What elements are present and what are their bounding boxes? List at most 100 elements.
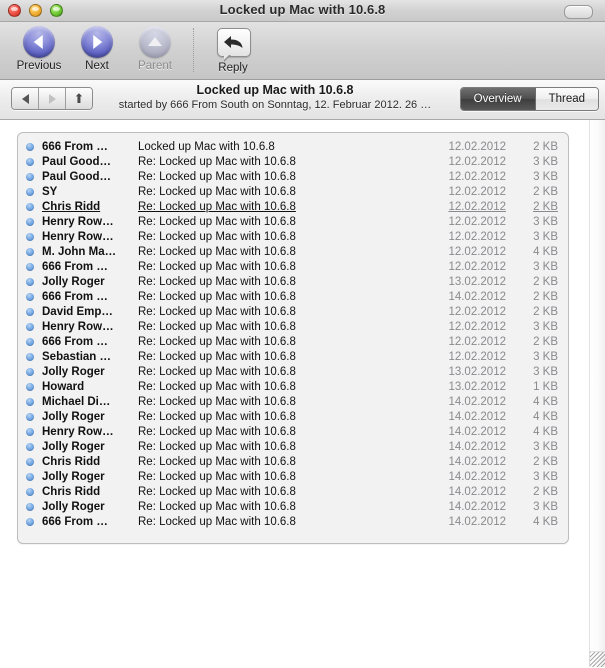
toolbar-toggle-button[interactable] bbox=[564, 5, 593, 19]
message-subject: Re: Locked up Mac with 10.6.8 bbox=[138, 516, 436, 528]
message-date: 12.02.2012 bbox=[436, 201, 520, 213]
message-date: 14.02.2012 bbox=[436, 471, 520, 483]
reply-arrow-glyph bbox=[223, 35, 245, 49]
message-sender: 666 From … bbox=[42, 336, 138, 348]
message-sender: Paul Good… bbox=[42, 156, 138, 168]
unread-dot-icon bbox=[26, 248, 34, 256]
message-list[interactable]: 666 From …Locked up Mac with 10.6.812.02… bbox=[17, 132, 569, 544]
message-row[interactable]: Henry Row…Re: Locked up Mac with 10.6.81… bbox=[18, 229, 568, 244]
message-sender: Jolly Roger bbox=[42, 441, 138, 453]
message-date: 14.02.2012 bbox=[436, 411, 520, 423]
resize-grip[interactable] bbox=[589, 651, 605, 667]
message-row[interactable]: Henry Row…Re: Locked up Mac with 10.6.81… bbox=[18, 319, 568, 334]
unread-dot-icon bbox=[26, 413, 34, 421]
message-row[interactable]: 666 From …Re: Locked up Mac with 10.6.81… bbox=[18, 289, 568, 304]
unread-dot-icon bbox=[26, 428, 34, 436]
message-row[interactable]: Sebastian …Re: Locked up Mac with 10.6.8… bbox=[18, 349, 568, 364]
message-row[interactable]: Henry Row…Re: Locked up Mac with 10.6.81… bbox=[18, 424, 568, 439]
message-date: 13.02.2012 bbox=[436, 381, 520, 393]
message-subject: Re: Locked up Mac with 10.6.8 bbox=[138, 276, 436, 288]
message-size: 4 KB bbox=[520, 246, 558, 258]
tab-thread[interactable]: Thread bbox=[536, 88, 598, 110]
message-row[interactable]: Jolly RogerRe: Locked up Mac with 10.6.8… bbox=[18, 364, 568, 379]
message-size: 3 KB bbox=[520, 216, 558, 228]
message-date: 12.02.2012 bbox=[436, 351, 520, 363]
unread-dot-icon bbox=[26, 278, 34, 286]
message-row[interactable]: Paul Good…Re: Locked up Mac with 10.6.81… bbox=[18, 169, 568, 184]
message-size: 2 KB bbox=[520, 141, 558, 153]
message-size: 3 KB bbox=[520, 441, 558, 453]
unread-dot-icon bbox=[26, 353, 34, 361]
main-toolbar: Previous Next Parent Reply bbox=[0, 22, 605, 80]
thread-header-bar: ⬆ Locked up Mac with 10.6.8 started by 6… bbox=[0, 80, 605, 120]
next-button[interactable]: Next bbox=[68, 26, 126, 72]
message-subject: Re: Locked up Mac with 10.6.8 bbox=[138, 231, 436, 243]
unread-dot-icon bbox=[26, 188, 34, 196]
unread-dot-icon bbox=[26, 518, 34, 526]
message-subject: Re: Locked up Mac with 10.6.8 bbox=[138, 261, 436, 273]
message-sender: Henry Row… bbox=[42, 321, 138, 333]
message-size: 2 KB bbox=[520, 486, 558, 498]
message-sender: SY bbox=[42, 186, 138, 198]
message-row[interactable]: Michael Di…Re: Locked up Mac with 10.6.8… bbox=[18, 394, 568, 409]
message-size: 3 KB bbox=[520, 171, 558, 183]
window-title: Locked up Mac with 10.6.8 bbox=[0, 2, 605, 17]
message-row[interactable]: 666 From …Re: Locked up Mac with 10.6.81… bbox=[18, 334, 568, 349]
thread-title: Locked up Mac with 10.6.8 bbox=[100, 82, 450, 98]
message-subject: Re: Locked up Mac with 10.6.8 bbox=[138, 321, 436, 333]
message-row[interactable]: Paul Good…Re: Locked up Mac with 10.6.81… bbox=[18, 154, 568, 169]
message-subject: Re: Locked up Mac with 10.6.8 bbox=[138, 246, 436, 258]
tab-overview[interactable]: Overview bbox=[461, 88, 536, 110]
previous-button-label: Previous bbox=[10, 60, 68, 72]
message-row[interactable]: 666 From …Re: Locked up Mac with 10.6.81… bbox=[18, 514, 568, 529]
vertical-scrollbar[interactable] bbox=[589, 120, 605, 667]
message-sender: 666 From … bbox=[42, 141, 138, 153]
message-date: 12.02.2012 bbox=[436, 321, 520, 333]
message-row[interactable]: SYRe: Locked up Mac with 10.6.812.02.201… bbox=[18, 184, 568, 199]
message-size: 3 KB bbox=[520, 366, 558, 378]
message-row[interactable]: Chris RiddRe: Locked up Mac with 10.6.81… bbox=[18, 454, 568, 469]
message-row[interactable]: Jolly RogerRe: Locked up Mac with 10.6.8… bbox=[18, 439, 568, 454]
message-size: 3 KB bbox=[520, 501, 558, 513]
message-size: 2 KB bbox=[520, 306, 558, 318]
unread-dot-icon bbox=[26, 368, 34, 376]
message-row[interactable]: Jolly RogerRe: Locked up Mac with 10.6.8… bbox=[18, 469, 568, 484]
nav-forward-icon bbox=[49, 94, 56, 104]
message-date: 14.02.2012 bbox=[436, 456, 520, 468]
message-row[interactable]: Jolly RogerRe: Locked up Mac with 10.6.8… bbox=[18, 409, 568, 424]
message-row[interactable]: Jolly RogerRe: Locked up Mac with 10.6.8… bbox=[18, 499, 568, 514]
message-date: 13.02.2012 bbox=[436, 366, 520, 378]
next-button-label: Next bbox=[68, 60, 126, 72]
message-row[interactable]: Chris RiddRe: Locked up Mac with 10.6.81… bbox=[18, 484, 568, 499]
message-size: 4 KB bbox=[520, 516, 558, 528]
nav-up-icon: ⬆ bbox=[74, 92, 85, 105]
message-subject: Re: Locked up Mac with 10.6.8 bbox=[138, 351, 436, 363]
message-row[interactable]: 666 From …Re: Locked up Mac with 10.6.81… bbox=[18, 259, 568, 274]
message-row[interactable]: Chris RiddRe: Locked up Mac with 10.6.81… bbox=[18, 199, 568, 214]
reply-button[interactable]: Reply bbox=[204, 26, 262, 74]
thread-subtitle: started by 666 From South on Sonntag, 12… bbox=[100, 98, 450, 113]
previous-button[interactable]: Previous bbox=[10, 26, 68, 72]
message-size: 2 KB bbox=[520, 456, 558, 468]
message-date: 13.02.2012 bbox=[436, 276, 520, 288]
message-subject: Re: Locked up Mac with 10.6.8 bbox=[138, 291, 436, 303]
message-row[interactable]: Henry Row…Re: Locked up Mac with 10.6.81… bbox=[18, 214, 568, 229]
message-subject: Re: Locked up Mac with 10.6.8 bbox=[138, 306, 436, 318]
message-date: 12.02.2012 bbox=[436, 216, 520, 228]
message-date: 12.02.2012 bbox=[436, 156, 520, 168]
title-bar: Locked up Mac with 10.6.8 bbox=[0, 0, 605, 22]
message-row[interactable]: HowardRe: Locked up Mac with 10.6.813.02… bbox=[18, 379, 568, 394]
back-arrow-orb-icon bbox=[23, 26, 55, 58]
up-arrow-orb-icon bbox=[139, 26, 171, 58]
message-row[interactable]: M. John Ma…Re: Locked up Mac with 10.6.8… bbox=[18, 244, 568, 259]
unread-dot-icon bbox=[26, 203, 34, 211]
message-row[interactable]: Jolly RogerRe: Locked up Mac with 10.6.8… bbox=[18, 274, 568, 289]
message-sender: Jolly Roger bbox=[42, 276, 138, 288]
nav-back-button[interactable] bbox=[12, 88, 39, 109]
message-size: 3 KB bbox=[520, 156, 558, 168]
message-row[interactable]: 666 From …Locked up Mac with 10.6.812.02… bbox=[18, 139, 568, 154]
message-date: 14.02.2012 bbox=[436, 426, 520, 438]
message-subject: Re: Locked up Mac with 10.6.8 bbox=[138, 381, 436, 393]
nav-up-button[interactable]: ⬆ bbox=[66, 88, 92, 109]
message-row[interactable]: David Emp…Re: Locked up Mac with 10.6.81… bbox=[18, 304, 568, 319]
